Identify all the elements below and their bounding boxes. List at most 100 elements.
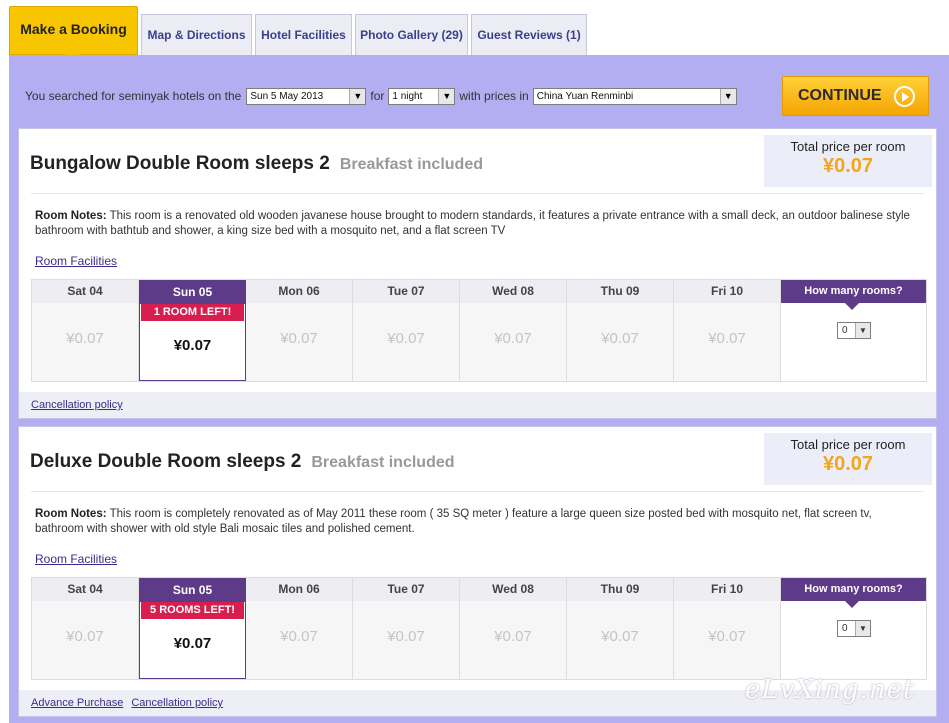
- for-label: for: [370, 89, 385, 103]
- day-cell-selected: Sun 05 1 ROOM LEFT! ¥0.07: [139, 280, 246, 381]
- how-many-rooms-label: How many rooms?: [781, 578, 926, 608]
- prices-label: with prices in: [459, 89, 529, 103]
- arrow-right-icon: [894, 86, 915, 107]
- tab-guest-reviews[interactable]: Guest Reviews (1): [471, 14, 587, 55]
- day-label: Thu 09: [567, 578, 673, 601]
- day-cell: Mon 06 ¥0.07: [246, 280, 353, 381]
- day-price: ¥0.07: [387, 330, 425, 347]
- day-label: Wed 08: [460, 578, 566, 601]
- day-price: ¥0.07: [601, 330, 639, 347]
- day-price: ¥0.07: [173, 337, 212, 354]
- day-label: Sun 05: [140, 281, 245, 304]
- day-price: ¥0.07: [280, 628, 318, 645]
- day-price: ¥0.07: [708, 628, 746, 645]
- total-price-value: ¥0.07: [822, 155, 874, 177]
- room-notes-label: Room Notes:: [35, 508, 107, 520]
- continue-label: CONTINUE: [798, 87, 882, 104]
- breakfast-label: Breakfast included: [311, 454, 455, 471]
- total-price-label: Total price per room: [790, 437, 906, 452]
- room-notes-text: This room is completely renovated as of …: [35, 508, 872, 535]
- room-card: Bungalow Double Room sleeps 2 Breakfast i…: [18, 128, 937, 419]
- date-value: Sun 5 May 2013: [250, 90, 324, 102]
- day-price: ¥0.07: [280, 330, 318, 347]
- room-quantity-select[interactable]: 0 ▼: [837, 620, 871, 637]
- day-price: ¥0.07: [494, 330, 532, 347]
- day-cell: Wed 08 ¥0.07: [460, 280, 567, 381]
- day-label: Sun 05: [140, 579, 245, 602]
- room-facilities-text: Room Facilities: [35, 254, 118, 268]
- room-quantity-cell: How many rooms? 0 ▼: [781, 578, 926, 679]
- day-cell: Fri 10 ¥0.07: [674, 280, 781, 381]
- day-cell: Thu 09 ¥0.07: [567, 280, 674, 381]
- day-cell-selected: Sun 05 5 ROOMS LEFT! ¥0.07: [139, 578, 246, 679]
- continue-button[interactable]: CONTINUE: [782, 76, 929, 116]
- day-price: ¥0.07: [66, 628, 104, 645]
- day-label: Wed 08: [460, 280, 566, 303]
- room-name: Deluxe Double Room sleeps 2: [30, 451, 302, 472]
- chevron-down-icon: ▼: [855, 323, 870, 338]
- room-facilities-link[interactable]: Room Facilities: [35, 552, 117, 566]
- room-facilities-link[interactable]: Room Facilities: [35, 254, 117, 268]
- room-notes-text: This room is a renovated old wooden java…: [35, 210, 910, 237]
- currency-value: China Yuan Renminbi: [536, 90, 634, 102]
- search-summary: You searched for seminyak hotels on the …: [25, 86, 741, 106]
- tab-bar: Make a Booking Map & Directions Hotel Fa…: [0, 0, 949, 62]
- day-cell: Sat 04 ¥0.07: [32, 280, 139, 381]
- chevron-down-icon: ▼: [438, 88, 455, 104]
- day-cell: Fri 10 ¥0.07: [674, 578, 781, 679]
- room-quantity-cell: How many rooms? 0 ▼: [781, 280, 926, 381]
- tab-map-directions[interactable]: Map & Directions: [141, 14, 252, 55]
- tab-hotel-facilities[interactable]: Hotel Facilities: [255, 14, 352, 55]
- day-cell: Mon 06 ¥0.07: [246, 578, 353, 679]
- room-notes: Room Notes: This room is a renovated old…: [35, 209, 915, 239]
- day-cell: Sat 04 ¥0.07: [32, 578, 139, 679]
- date-select[interactable]: Sun 5 May 2013 ▼: [246, 87, 367, 105]
- day-cell: Tue 07 ¥0.07: [353, 280, 460, 381]
- day-price: ¥0.07: [173, 635, 212, 652]
- availability-grid: Sat 04 ¥0.07 Sun 05 5 ROOMS LEFT! ¥0.07 Mon…: [31, 577, 927, 680]
- chevron-down-icon: ▼: [855, 621, 870, 636]
- tab-make-a-booking[interactable]: Make a Booking: [9, 6, 138, 62]
- day-price: ¥0.07: [601, 628, 639, 645]
- day-label: Mon 06: [246, 578, 352, 601]
- rooms-left-badge: 1 ROOM LEFT!: [141, 304, 244, 321]
- room-card: Deluxe Double Room sleeps 2 Breakfast inc…: [18, 426, 937, 717]
- day-label: Fri 10: [674, 280, 780, 303]
- day-cell: Thu 09 ¥0.07: [567, 578, 674, 679]
- advance-purchase-link[interactable]: Advance Purchase: [31, 697, 123, 709]
- room-quantity-value: 0: [842, 325, 848, 336]
- total-price-box: Total price per room ¥0.07: [764, 433, 932, 485]
- breakfast-label: Breakfast included: [339, 156, 483, 173]
- cancellation-policy-link[interactable]: Cancellation policy: [131, 697, 223, 709]
- currency-select[interactable]: China Yuan Renminbi ▼: [532, 87, 737, 105]
- nights-select[interactable]: 1 night ▼: [388, 87, 456, 105]
- day-label: Sat 04: [32, 280, 138, 303]
- day-price: ¥0.07: [708, 330, 746, 347]
- day-label: Fri 10: [674, 578, 780, 601]
- availability-grid: Sat 04 ¥0.07 Sun 05 1 ROOM LEFT! ¥0.07 Mon …: [31, 279, 927, 382]
- tab-photo-gallery[interactable]: Photo Gallery (29): [355, 14, 468, 55]
- divider: [31, 491, 924, 492]
- total-price-box: Total price per room ¥0.07: [764, 135, 932, 187]
- room-title: Deluxe Double Room sleeps 2 Breakfast inc…: [30, 451, 455, 473]
- room-quantity-select[interactable]: 0 ▼: [837, 322, 871, 339]
- room-name: Bungalow Double Room sleeps 2: [30, 153, 330, 174]
- room-card-footer: Cancellation policy: [19, 392, 936, 418]
- room-title: Bungalow Double Room sleeps 2 Breakfast i…: [30, 153, 483, 175]
- room-notes-label: Room Notes:: [35, 210, 107, 222]
- day-label: Thu 09: [567, 280, 673, 303]
- day-label: Tue 07: [353, 578, 459, 601]
- cancellation-policy-link[interactable]: Cancellation policy: [31, 399, 123, 411]
- how-many-rooms-label: How many rooms?: [781, 280, 926, 310]
- day-price: ¥0.07: [66, 330, 104, 347]
- chevron-down-icon: ▼: [719, 88, 736, 104]
- divider: [31, 193, 924, 194]
- total-price-value: ¥0.07: [822, 453, 874, 475]
- day-label: Mon 06: [246, 280, 352, 303]
- room-quantity-value: 0: [842, 623, 848, 634]
- watermark: eLvXing.net: [745, 675, 915, 705]
- day-price: ¥0.07: [494, 628, 532, 645]
- day-label: Sat 04: [32, 578, 138, 601]
- rooms-left-badge: 5 ROOMS LEFT!: [141, 602, 244, 619]
- day-cell: Tue 07 ¥0.07: [353, 578, 460, 679]
